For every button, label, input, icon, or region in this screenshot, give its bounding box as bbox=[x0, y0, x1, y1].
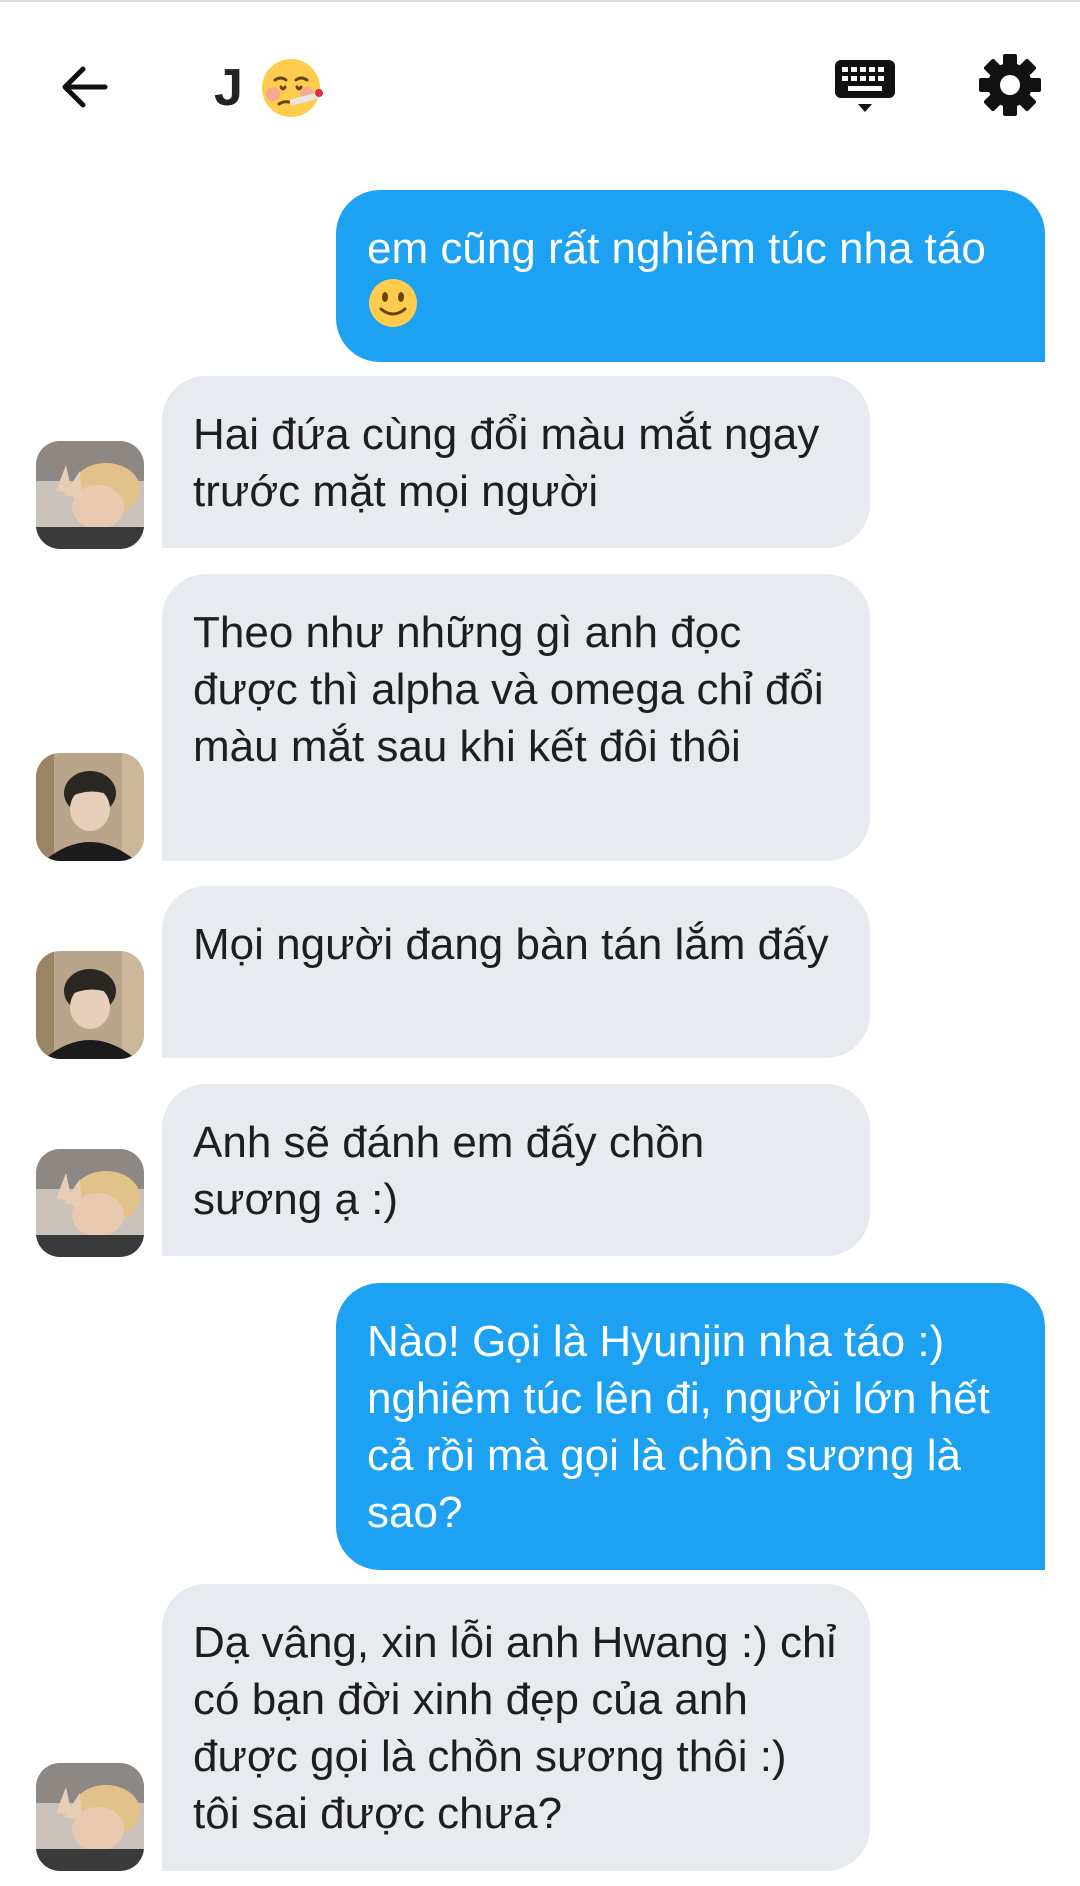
avatar-photo bbox=[36, 951, 144, 1059]
arrow-left-icon bbox=[62, 66, 108, 108]
message-text: Mọi người đang bàn tán lắm đấy bbox=[193, 920, 829, 969]
keyboard-icon bbox=[835, 60, 895, 112]
slightly-smiling-face-emoji bbox=[369, 279, 417, 327]
message-bubble-incoming[interactable]: Anh sẽ đánh em đấy chồn sương ạ :) bbox=[162, 1084, 870, 1256]
avatar-blond[interactable] bbox=[36, 1149, 144, 1257]
message-bubble-outgoing[interactable]: em cũng rất nghiêm túc nha táo bbox=[336, 190, 1045, 362]
message-text: Theo như những gì anh đọc được thì alpha… bbox=[193, 608, 824, 771]
message-bubble-incoming[interactable]: Theo như những gì anh đọc được thì alpha… bbox=[162, 574, 870, 861]
message-bubble-outgoing[interactable]: Nào! Gọi là Hyunjin nha táo :) nghiêm tú… bbox=[336, 1283, 1045, 1570]
avatar-photo bbox=[36, 1149, 144, 1257]
keyboard-button[interactable] bbox=[830, 52, 900, 122]
avatar-photo bbox=[36, 1763, 144, 1871]
message-bubble-incoming[interactable]: Hai đứa cùng đổi màu mắt ngay trước mặt … bbox=[162, 376, 870, 548]
face-with-thermometer-emoji bbox=[261, 59, 323, 117]
message-bubble-incoming[interactable]: Dạ vâng, xin lỗi anh Hwang :) chỉ có bạn… bbox=[162, 1584, 870, 1871]
avatar-dark[interactable] bbox=[36, 951, 144, 1059]
conversation-title[interactable]: J bbox=[214, 48, 323, 128]
back-button[interactable] bbox=[52, 55, 116, 119]
message-text: Nào! Gọi là Hyunjin nha táo :) nghiêm tú… bbox=[367, 1317, 990, 1537]
message-text: Anh sẽ đánh em đấy chồn sương ạ :) bbox=[193, 1118, 705, 1224]
settings-button[interactable] bbox=[975, 50, 1045, 120]
avatar-dark[interactable] bbox=[36, 753, 144, 861]
avatar-blond[interactable] bbox=[36, 1763, 144, 1871]
avatar-photo bbox=[36, 441, 144, 549]
chat-header: J bbox=[0, 0, 1080, 170]
message-text: Dạ vâng, xin lỗi anh Hwang :) chỉ có bạn… bbox=[193, 1618, 837, 1838]
contact-name: J bbox=[214, 59, 243, 117]
avatar-photo bbox=[36, 753, 144, 861]
message-text: em cũng rất nghiêm túc nha táo bbox=[367, 224, 986, 273]
message-text: Hai đứa cùng đổi màu mắt ngay trước mặt … bbox=[193, 410, 820, 516]
message-bubble-incoming[interactable]: Mọi người đang bàn tán lắm đấy bbox=[162, 886, 870, 1058]
gear-icon bbox=[979, 54, 1041, 116]
avatar-blond[interactable] bbox=[36, 441, 144, 549]
